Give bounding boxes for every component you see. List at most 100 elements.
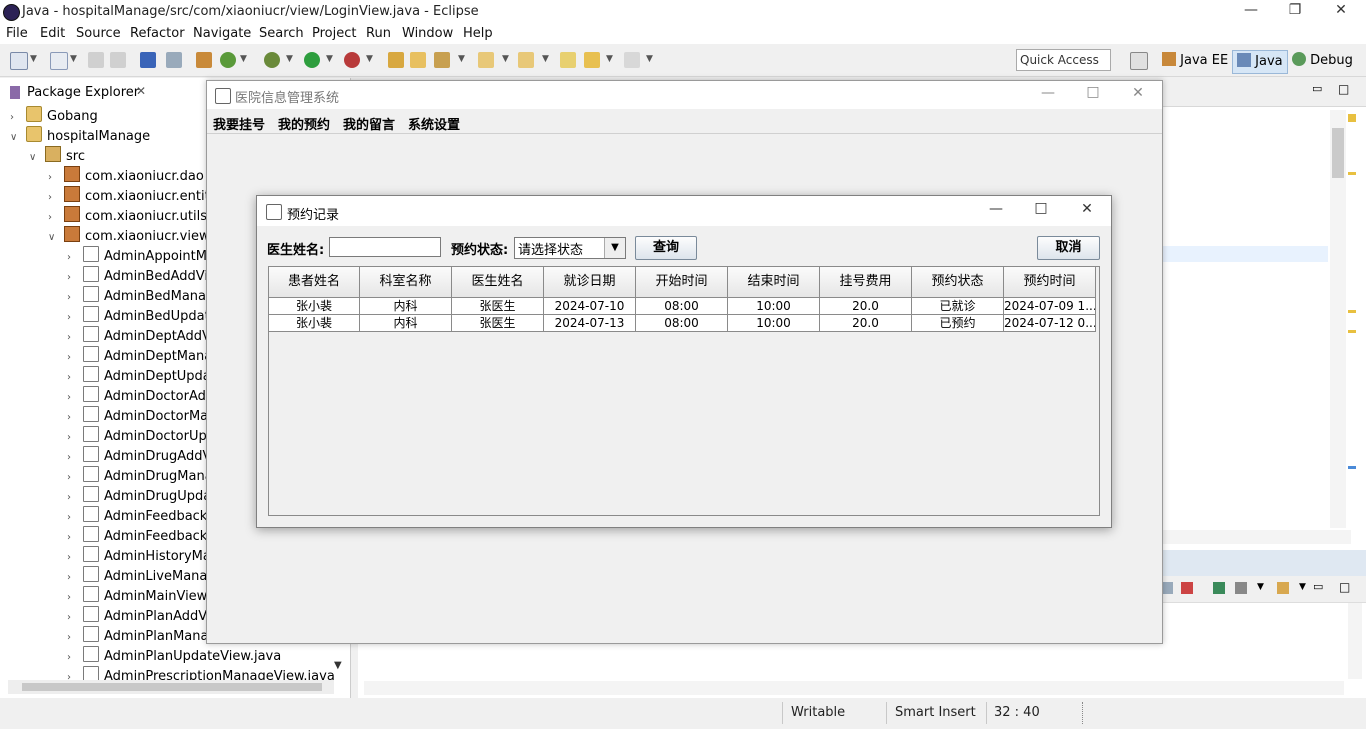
column-header[interactable]: 挂号费用 [820,267,912,298]
table-cell[interactable]: 张医生 [452,315,544,332]
chevron-down-icon[interactable]: ▼ [502,54,509,64]
tree-item[interactable]: › AdminLiveManag [67,566,216,586]
expanded-twisty-icon[interactable]: ∨ [29,148,41,168]
save-icon[interactable] [88,52,104,68]
package-explorer-tab[interactable]: Package Explorer ✕ [0,78,200,106]
maximize-icon[interactable]: □ [1026,200,1056,220]
tree-item[interactable]: › AdminMainView.j [67,586,214,606]
debug-icon[interactable] [264,52,280,68]
menu-window[interactable]: Window [402,26,453,41]
collapsed-twisty-icon[interactable]: › [67,648,79,668]
collapsed-twisty-icon[interactable]: › [67,588,79,608]
collapsed-twisty-icon[interactable]: › [67,608,79,628]
menu-project[interactable]: Project [312,26,356,41]
tree-item[interactable]: › AdminPlanManag [67,626,217,646]
table-cell[interactable]: 张小裴 [269,298,360,315]
package-icon[interactable] [196,52,212,68]
collapsed-twisty-icon[interactable]: › [67,548,79,568]
close-icon[interactable]: ✕ [1326,2,1356,22]
tree-item[interactable]: › AdminPlanAddVie [67,606,218,626]
collapsed-twisty-icon[interactable]: › [67,428,79,448]
tree-item[interactable]: › AdminAppointMa [67,246,215,266]
chevron-down-icon[interactable]: ▼ [70,54,77,64]
tree-item[interactable]: › AdminFeedbackR [67,526,216,546]
tree-item[interactable]: › AdminDeptAddVi [67,326,214,346]
open-type-icon[interactable] [388,52,404,68]
chevron-down-icon[interactable]: ▼ [30,54,37,64]
perspective-debug[interactable]: Debug [1288,50,1357,72]
table-cell[interactable]: 2024-07-12 0... [1004,315,1096,332]
column-header[interactable]: 预约状态 [912,267,1004,298]
collapsed-twisty-icon[interactable]: › [67,628,79,648]
tree-item[interactable]: › AdminDoctorAdd [67,386,214,406]
menu-search[interactable]: Search [259,26,304,41]
display-console-icon[interactable] [1235,582,1247,594]
tree-item[interactable]: › AdminDrugUpdat [67,486,216,506]
forward-icon[interactable] [624,52,640,68]
column-header[interactable]: 结束时间 [728,267,820,298]
annotation-icon[interactable] [478,52,494,68]
table-cell[interactable]: 08:00 [636,298,728,315]
collapsed-twisty-icon[interactable]: › [67,408,79,428]
main-menu-item[interactable]: 我的预约 [278,114,330,133]
editor-vscrollbar[interactable] [1330,110,1346,528]
collapsed-twisty-icon[interactable]: › [67,488,79,508]
chevron-down-icon[interactable]: ▼ [606,54,613,64]
new-project-icon[interactable] [50,52,68,70]
table-cell[interactable]: 张小裴 [269,315,360,332]
chevron-down-icon[interactable]: ▼ [326,54,333,64]
menu-edit[interactable]: Edit [40,26,65,41]
maximize-icon[interactable]: □ [1339,580,1350,594]
editor-hscrollbar[interactable] [1161,530,1351,544]
main-menu-item[interactable]: 系统设置 [408,114,460,133]
maximize-icon[interactable]: □ [1078,84,1108,104]
chevron-down-icon[interactable]: ▼ [240,54,247,64]
collapsed-twisty-icon[interactable]: › [67,328,79,348]
tree-item[interactable]: ∨ src [29,146,85,166]
collapsed-twisty-icon[interactable]: › [67,388,79,408]
tree-item[interactable]: › AdminBedUpdate [67,306,218,326]
query-button[interactable]: 查询 [635,236,697,260]
menu-file[interactable]: File [6,26,28,41]
table-cell[interactable]: 20.0 [820,315,912,332]
tree-item[interactable]: › AdminBedManag [67,286,214,306]
tree-item[interactable]: ∨ com.xiaoniucr.view [48,226,210,246]
remove-launch-icon[interactable] [1181,582,1193,594]
collapsed-twisty-icon[interactable]: › [67,468,79,488]
chevron-down-icon[interactable]: ▼ [646,54,653,64]
tree-item[interactable]: › com.xiaoniucr.entity [48,186,217,206]
collapsed-twisty-icon[interactable]: › [67,508,79,528]
collapsed-twisty-icon[interactable]: › [67,568,79,588]
next-annotation-icon[interactable] [518,52,534,68]
minimize-icon[interactable]: ▭ [1312,82,1322,95]
chevron-down-icon[interactable]: ▼ [458,54,465,64]
table-cell[interactable]: 已就诊 [912,298,1004,315]
minimize-icon[interactable]: — [1033,85,1063,105]
collapsed-twisty-icon[interactable]: › [67,308,79,328]
chevron-down-icon[interactable]: ▼ [1257,582,1264,592]
collapsed-twisty-icon[interactable]: › [67,248,79,268]
column-header[interactable]: 预约时间 [1004,267,1096,298]
chevron-down-icon[interactable]: ▼ [604,238,625,258]
table-cell[interactable]: 2024-07-13 [544,315,636,332]
collapsed-twisty-icon[interactable]: › [48,168,60,188]
tree-item[interactable]: ∨ hospitalManage [10,126,150,146]
console-icon[interactable] [140,52,156,68]
main-menu-item[interactable]: 我要挂号 [213,114,265,133]
menu-source[interactable]: Source [76,26,121,41]
tree-scrollbar-h[interactable] [8,680,334,694]
last-edit-icon[interactable] [560,52,576,68]
column-header[interactable]: 患者姓名 [269,267,360,298]
close-tab-icon[interactable]: ✕ [136,84,146,98]
table-cell[interactable]: 张医生 [452,298,544,315]
new-icon[interactable] [10,52,28,70]
tree-item[interactable]: › Gobang [10,106,98,126]
tree-item[interactable]: › AdminDoctorUpd [67,426,215,446]
perspective-java-ee[interactable]: Java EE [1158,50,1232,72]
table-cell[interactable]: 10:00 [728,315,820,332]
table-cell[interactable]: 2024-07-10 [544,298,636,315]
column-header[interactable]: 开始时间 [636,267,728,298]
expanded-twisty-icon[interactable]: ∨ [48,228,60,248]
tree-item[interactable]: › com.xiaoniucr.utils [48,206,207,226]
open-console-icon[interactable] [1277,582,1289,594]
